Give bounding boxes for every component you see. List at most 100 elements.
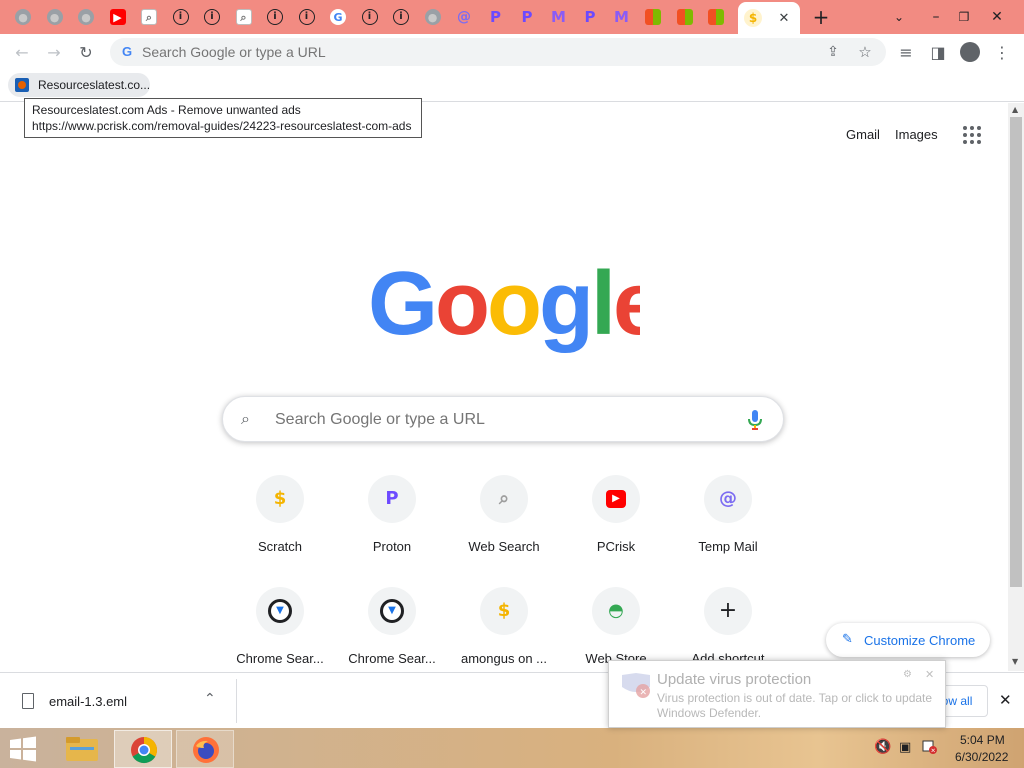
clock-time[interactable]: 5:04 PM: [960, 733, 1005, 747]
shortcut-tile[interactable]: ▶ PCrisk: [560, 475, 672, 587]
action-center-warning-icon[interactable]: ✕: [922, 739, 938, 755]
gmail-link[interactable]: Gmail: [846, 127, 880, 142]
shortcut-icon-container: ▶: [592, 475, 640, 523]
close-notification-icon[interactable]: ✕: [925, 668, 934, 681]
svg-text:✕: ✕: [640, 688, 648, 698]
scroll-up-icon[interactable]: ▲: [1012, 105, 1018, 114]
proton-icon: P: [385, 488, 399, 509]
info-icon: i: [172, 9, 189, 25]
tab[interactable]: ■: [642, 6, 664, 28]
tab[interactable]: @: [453, 6, 475, 28]
active-tab[interactable]: $ ✕: [738, 2, 800, 34]
chrome-search-icon: ▼: [380, 599, 404, 623]
menu-icon[interactable]: ⋮: [988, 38, 1016, 66]
tab[interactable]: ▶: [107, 6, 129, 28]
network-icon[interactable]: ▣: [899, 740, 911, 755]
chrome-taskbar-button[interactable]: [114, 730, 172, 768]
vertical-scrollbar[interactable]: ▲ ▼: [1008, 103, 1024, 671]
customize-chrome-button[interactable]: ✎ Customize Chrome: [826, 623, 990, 657]
bookmark-star-icon[interactable]: ☆: [856, 43, 874, 61]
microsoft-icon: ■: [676, 9, 693, 25]
download-item[interactable]: email-1.3.eml ⌃: [0, 673, 236, 729]
svg-text:✕: ✕: [931, 748, 936, 755]
shortcut-tile[interactable]: @ Temp Mail: [672, 475, 784, 587]
tab[interactable]: i: [359, 6, 381, 28]
notification-source: Windows Defender.: [657, 706, 762, 720]
tab[interactable]: ●: [12, 6, 34, 28]
browser-toolbar: ← → ↻ G ⇪ ☆ ≡ ◨ ⋮: [0, 34, 1024, 70]
tab[interactable]: ⌕: [233, 6, 255, 28]
file-explorer-icon[interactable]: [56, 731, 108, 767]
shortcut-tile[interactable]: ▼ Chrome Sear...: [224, 587, 336, 671]
omnibox-input[interactable]: [142, 42, 822, 62]
close-shelf-icon[interactable]: ✕: [999, 691, 1012, 709]
shortcut-tile[interactable]: ▼ Chrome Sear...: [336, 587, 448, 671]
bookmark-item[interactable]: Resourceslatest.co...: [8, 73, 150, 97]
globe-icon: ●: [424, 9, 441, 25]
close-tab-icon[interactable]: ✕: [776, 10, 792, 26]
shortcut-icon-container: ⌕: [480, 475, 528, 523]
scroll-down-icon[interactable]: ▼: [1012, 657, 1018, 666]
globe-icon: ●: [78, 9, 94, 25]
windows-start-icon[interactable]: [8, 736, 38, 762]
back-button[interactable]: ←: [8, 38, 36, 66]
images-link[interactable]: Images: [895, 127, 938, 142]
volume-muted-icon[interactable]: 🔇: [874, 739, 891, 755]
microphone-icon[interactable]: [745, 408, 765, 432]
tab[interactable]: M: [611, 6, 633, 28]
tab[interactable]: i: [390, 6, 412, 28]
reload-button[interactable]: ↻: [72, 38, 100, 66]
proton-icon: P: [521, 7, 533, 26]
shortcut-tile[interactable]: $ amongus on ...: [448, 587, 560, 671]
tab[interactable]: ■: [705, 6, 727, 28]
profile-avatar[interactable]: [956, 38, 984, 66]
firefox-taskbar-button[interactable]: [176, 730, 234, 768]
shortcut-tile[interactable]: P Proton: [336, 475, 448, 587]
restore-button[interactable]: ❐: [952, 6, 976, 28]
google-logo: Google: [368, 254, 663, 358]
share-icon[interactable]: ⇪: [824, 43, 842, 61]
ntp-search-box[interactable]: ⌕: [222, 396, 784, 442]
tab[interactable]: P: [579, 6, 601, 28]
info-icon: i: [393, 9, 409, 25]
tab[interactable]: P: [485, 6, 507, 28]
tab[interactable]: ●: [422, 6, 444, 28]
shortcut-tile[interactable]: ⌕ Web Search: [448, 475, 560, 587]
at-icon: @: [719, 488, 737, 509]
scrollbar-thumb[interactable]: [1010, 117, 1022, 587]
customize-chrome-label: Customize Chrome: [864, 633, 976, 648]
omnibox[interactable]: G ⇪ ☆: [110, 38, 886, 66]
shortcut-tile[interactable]: ◓ Web Store: [560, 587, 672, 671]
new-tab-button[interactable]: +: [808, 6, 834, 28]
tab[interactable]: i: [296, 6, 318, 28]
reading-list-icon[interactable]: ≡: [892, 38, 920, 66]
tab[interactable]: i: [201, 6, 223, 28]
ntp-search-input[interactable]: [275, 409, 715, 431]
tab[interactable]: ■: [674, 6, 696, 28]
info-icon: i: [298, 9, 315, 25]
forward-button[interactable]: →: [40, 38, 68, 66]
minimize-button[interactable]: –: [924, 6, 948, 28]
tab[interactable]: ●: [75, 6, 97, 28]
info-icon: i: [204, 9, 220, 25]
side-panel-icon[interactable]: ◨: [924, 38, 952, 66]
tab[interactable]: M: [548, 6, 570, 28]
tab[interactable]: G: [327, 6, 349, 28]
tab[interactable]: i: [264, 6, 286, 28]
shortcut-tile[interactable]: $ Scratch: [224, 475, 336, 587]
chevron-up-icon[interactable]: ⌃: [204, 691, 216, 707]
settings-icon[interactable]: ⚙: [903, 669, 912, 680]
clock-date[interactable]: 6/30/2022: [955, 750, 1008, 764]
shortcut-tile[interactable]: + Add shortcut: [672, 587, 784, 671]
file-icon: [22, 693, 34, 709]
defender-notification[interactable]: ✕ Update virus protection Virus protecti…: [608, 660, 946, 728]
shortcut-icon-container: @: [704, 475, 752, 523]
chrome-icon: [131, 737, 158, 764]
tab[interactable]: P: [516, 6, 538, 28]
tab[interactable]: i: [170, 6, 192, 28]
close-window-button[interactable]: ✕: [984, 6, 1010, 28]
tab[interactable]: ⌕: [138, 6, 160, 28]
apps-grid-icon[interactable]: [962, 125, 982, 145]
tab[interactable]: ●: [44, 6, 66, 28]
tab-search-icon[interactable]: ⌄: [890, 8, 908, 26]
